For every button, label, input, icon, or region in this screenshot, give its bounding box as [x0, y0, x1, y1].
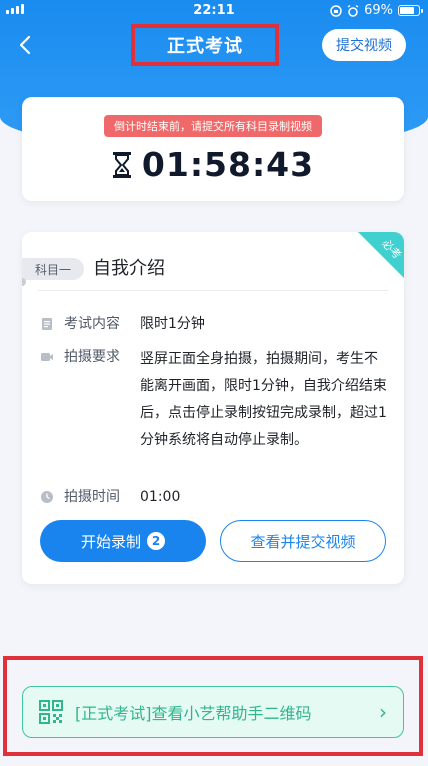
countdown-tip: 倒计时结束前，请提交所有科目录制视频	[104, 115, 322, 137]
shooting-requirement-label: 拍摄要求	[64, 349, 120, 365]
exam-content-value: 限时1分钟	[140, 316, 205, 332]
qr-code-icon	[39, 700, 63, 724]
start-recording-label: 开始录制	[80, 532, 141, 551]
qr-code-bar[interactable]: [正式考试]查看小艺帮助手二维码 ›	[22, 686, 404, 738]
battery-percent: 69%	[364, 3, 393, 18]
shooting-time-value: 01:00	[140, 489, 181, 505]
submit-video-button[interactable]: 提交视频	[322, 29, 406, 61]
start-recording-button[interactable]: 开始录制 2	[40, 520, 206, 562]
clock-icon	[41, 491, 53, 503]
qr-code-label: [正式考试]查看小艺帮助手二维码	[75, 704, 312, 723]
required-ribbon: 必考	[358, 232, 404, 278]
chevron-left-icon	[19, 35, 31, 55]
subject-title: 自我介绍	[93, 258, 165, 279]
shooting-requirement-row: 拍摄要求 竖屏正面全身拍摄，拍摄期间，考生不能离开画面，限时1分钟，自我介绍结束…	[40, 346, 388, 454]
view-submit-video-button[interactable]: 查看并提交视频	[220, 520, 386, 562]
back-button[interactable]	[12, 30, 38, 60]
exam-content-label: 考试内容	[64, 316, 120, 332]
shooting-time-row: 拍摄时间 01:00	[40, 486, 180, 508]
lock-rotation-icon	[330, 4, 342, 17]
nav-bar: 正式考试 提交视频	[0, 22, 428, 68]
document-icon	[42, 318, 52, 330]
divider-dot	[22, 278, 26, 286]
page-title: 正式考试	[131, 24, 279, 66]
divider	[38, 290, 388, 291]
exam-content-row: 考试内容 限时1分钟	[40, 313, 205, 335]
status-bar: 22:11 69%	[0, 0, 428, 22]
hourglass-icon	[112, 151, 131, 178]
shooting-time-label: 拍摄时间	[64, 489, 120, 505]
shooting-requirement-value: 竖屏正面全身拍摄，拍摄期间，考生不能离开画面，限时1分钟，自我介绍结束后，点击停…	[140, 351, 387, 448]
countdown-time: 01:58:43	[141, 145, 315, 184]
attempts-badge: 2	[147, 532, 165, 550]
countdown-card: 倒计时结束前，请提交所有科目录制视频 01:58:43	[22, 97, 404, 201]
battery-icon	[398, 5, 423, 16]
subject-card: 必考 科目一 自我介绍 考试内容 限时1分钟 拍摄要求 竖屏正面全身拍摄，拍摄期…	[22, 232, 404, 584]
subject-tag: 科目一	[22, 258, 84, 280]
video-camera-icon	[41, 353, 53, 361]
alarm-icon	[347, 4, 359, 17]
chevron-right-icon: ›	[379, 700, 387, 724]
